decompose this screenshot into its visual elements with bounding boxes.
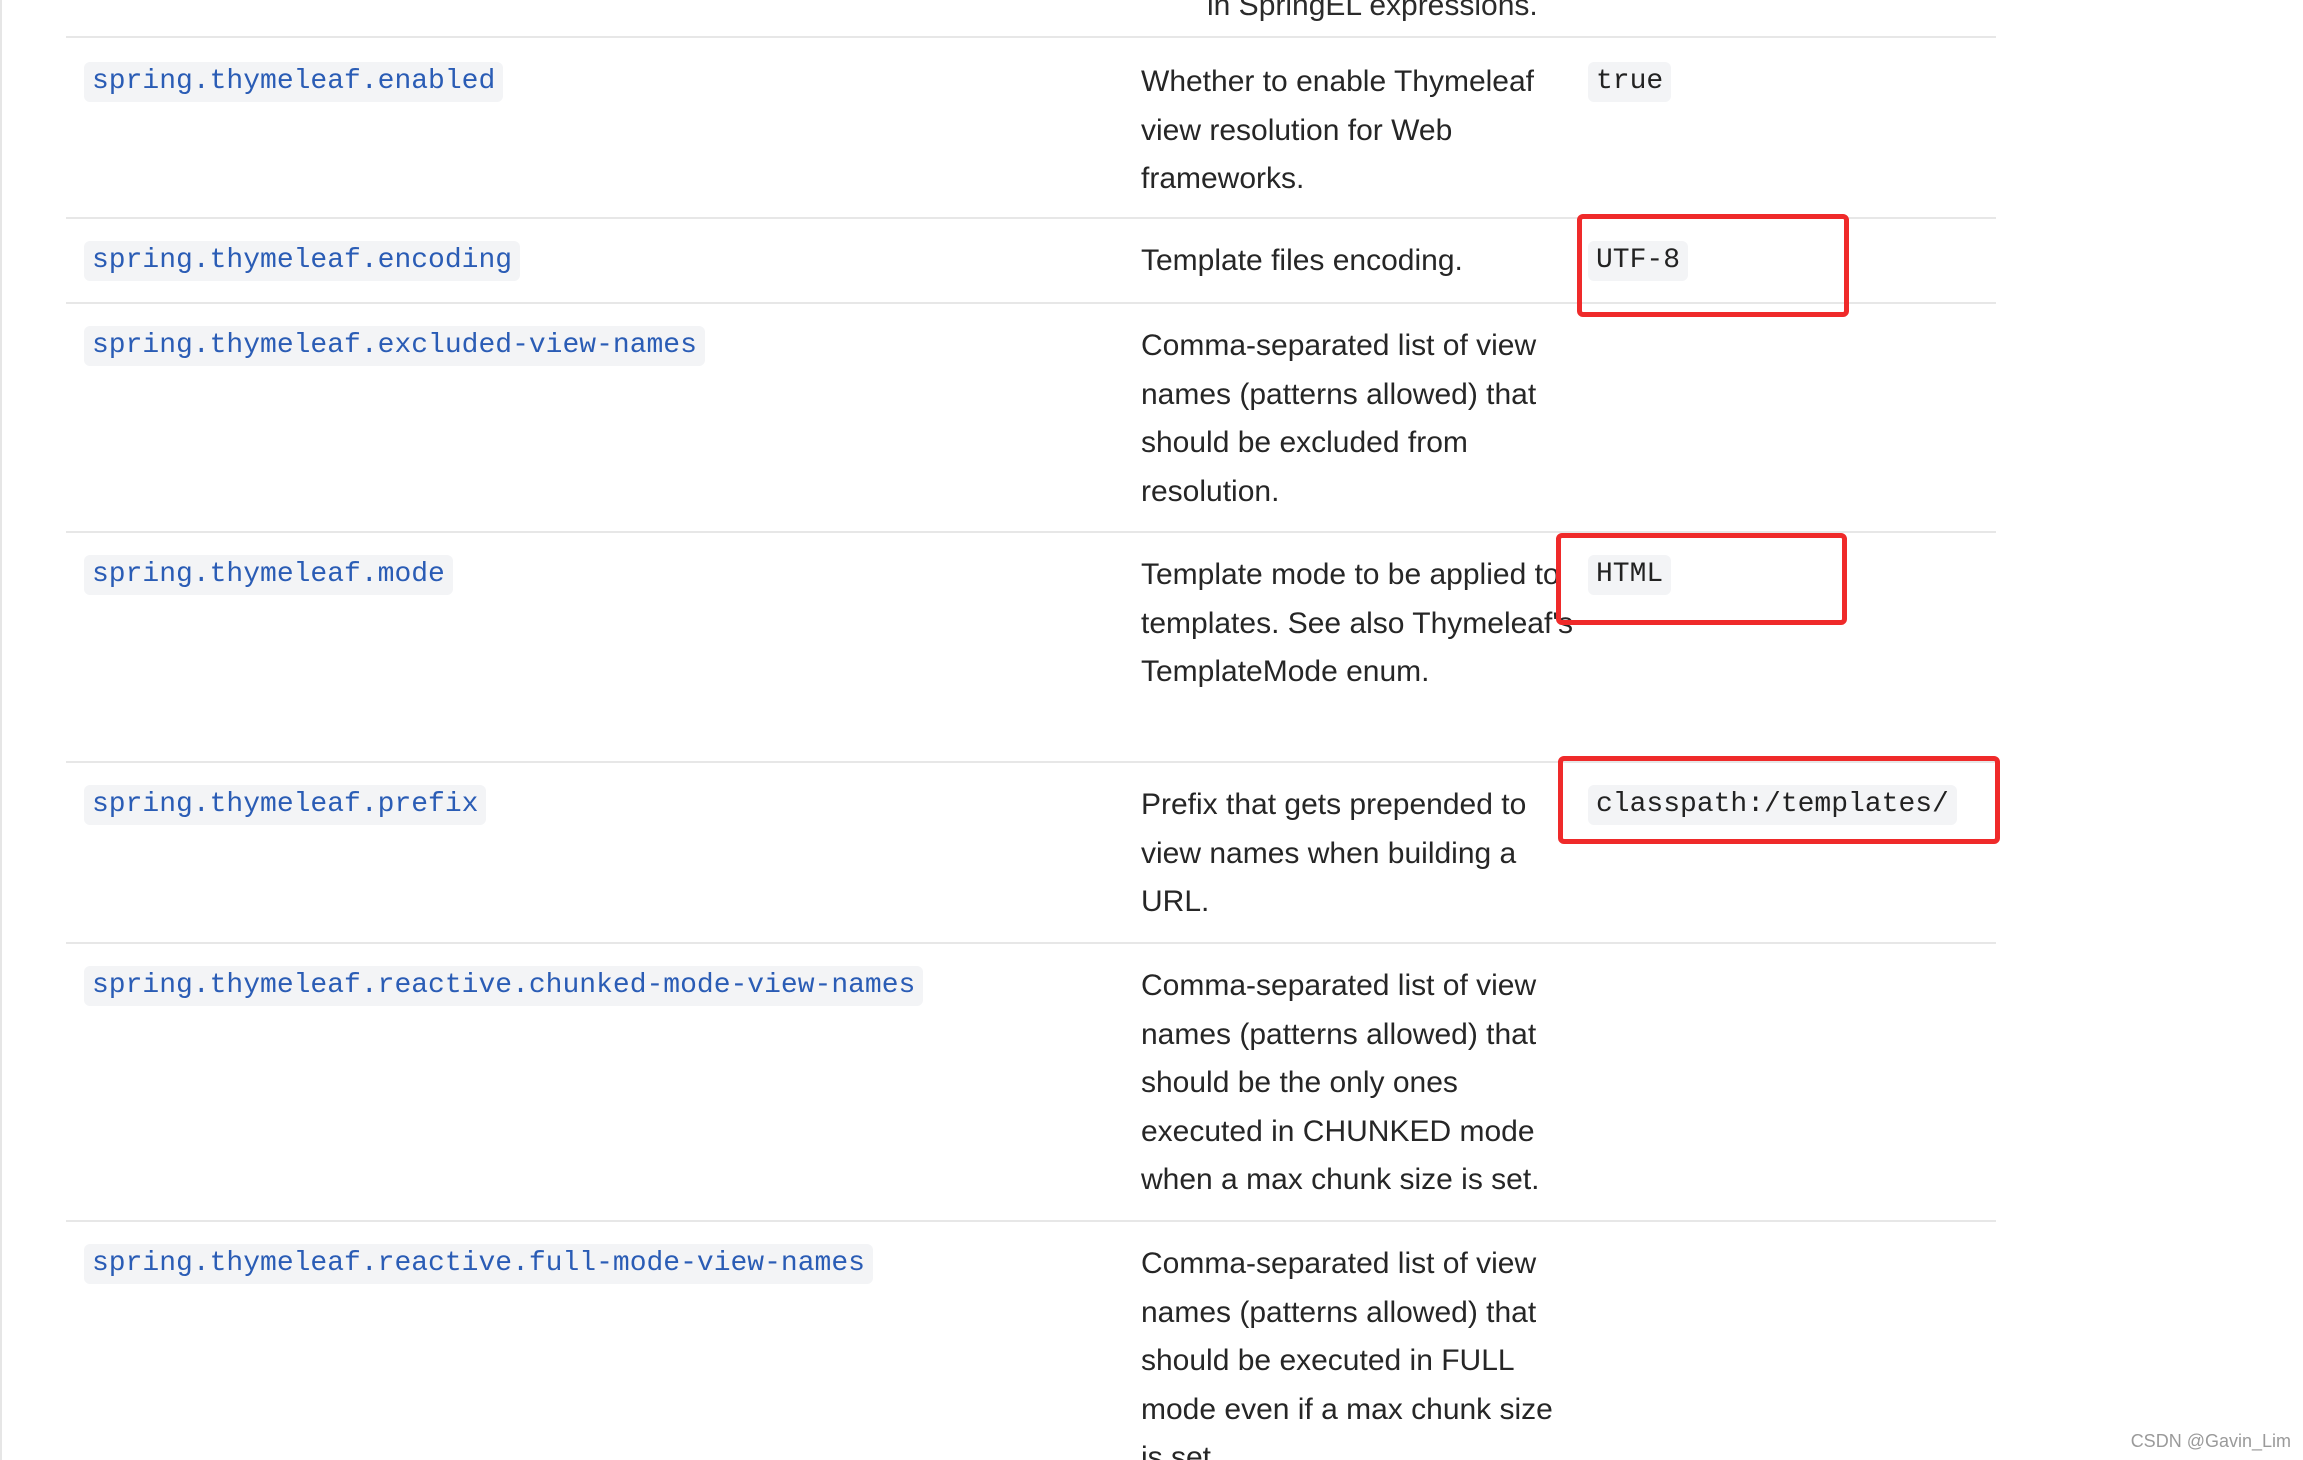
property-description: Prefix that gets prepended to view names… — [1141, 788, 1527, 918]
property-description: Whether to enable Thymeleaf view resolut… — [1141, 65, 1535, 195]
property-key[interactable]: spring.thymeleaf.enabled — [84, 62, 504, 102]
property-description: Comma-separated list of view names (patt… — [1141, 329, 1537, 508]
property-key[interactable]: spring.thymeleaf.mode — [84, 555, 453, 595]
property-description: Comma-separated list of view names (patt… — [1141, 969, 1540, 1196]
property-key[interactable]: spring.thymeleaf.reactive.full-mode-view… — [84, 1244, 873, 1284]
property-description: Template mode to be applied to templates… — [1141, 558, 1574, 688]
property-key[interactable]: spring.thymeleaf.prefix — [84, 785, 487, 825]
table-row: spring.thymeleaf.reactive.chunked-mode-v… — [66, 942, 1996, 1221]
highlight-box-encoding — [1577, 214, 1849, 317]
watermark: CSDN @Gavin_Lim — [2130, 1431, 2291, 1451]
page-left-border — [0, 0, 2, 1460]
table-row: spring.thymeleaf.enabled Whether to enab… — [66, 36, 1996, 218]
highlight-box-prefix — [1558, 756, 2000, 844]
property-description: Template files encoding. — [1141, 244, 1463, 277]
property-key[interactable]: spring.thymeleaf.encoding — [84, 241, 521, 281]
property-description: Comma-separated list of view names (patt… — [1141, 1247, 1553, 1460]
table-row: spring.thymeleaf.excluded-view-names Com… — [66, 302, 1996, 532]
property-key[interactable]: spring.thymeleaf.excluded-view-names — [84, 326, 705, 366]
property-default: true — [1588, 62, 1672, 102]
highlight-box-mode — [1556, 533, 1847, 625]
table-row: spring.thymeleaf.reactive.full-mode-view… — [66, 1220, 1996, 1460]
property-key[interactable]: spring.thymeleaf.reactive.chunked-mode-v… — [84, 966, 924, 1006]
cut-off-description: in SpringEL expressions. — [1207, 0, 1538, 22]
